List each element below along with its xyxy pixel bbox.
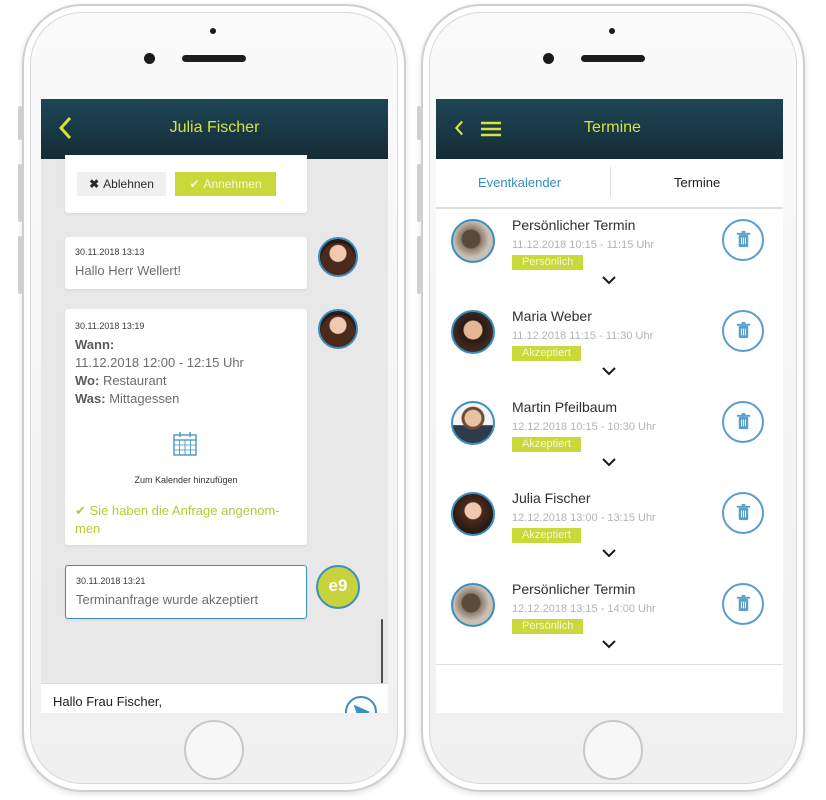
trash-icon <box>736 412 751 430</box>
appointment-time: 12.12.2018 13:00 - 13:15 Uhr <box>512 512 656 524</box>
side-button <box>417 106 421 140</box>
personal-appointment-avatar <box>451 583 495 627</box>
status-badge: Persönlich <box>512 255 584 270</box>
avatar <box>451 401 495 445</box>
earpiece-speaker <box>581 55 645 62</box>
appointment-row[interactable]: Martin Pfeilbaum 12.12.2018 10:15 - 10:3… <box>436 391 783 483</box>
appointment-row[interactable]: Maria Weber 11.12.2018 11:15 - 11:30 Uhr… <box>436 300 783 392</box>
side-button <box>18 164 22 222</box>
accepted-note: ✔ Sie haben die Anfrage angenom-men <box>75 503 280 536</box>
delete-button[interactable] <box>722 492 764 534</box>
when-label: Wann: <box>75 337 115 352</box>
avatar[interactable] <box>318 309 358 349</box>
chevron-down-icon[interactable] <box>602 457 616 467</box>
appointment-time: 12.12.2018 10:15 - 10:30 Uhr <box>512 421 656 433</box>
message-bubble: 30.11.2018 13:21 Terminanfrage wurde akz… <box>65 565 307 619</box>
send-icon <box>353 704 371 713</box>
front-camera <box>543 53 554 64</box>
chat-area: ✖ Ablehnen ✔ Annehmen 30.11.2018 13:13 Hal… <box>41 155 388 713</box>
message-text: Hallo Herr Wellert! <box>75 263 181 278</box>
delete-button[interactable] <box>722 219 764 261</box>
message-timestamp: 30.11.2018 13:13 <box>75 247 145 257</box>
trash-icon <box>736 321 751 339</box>
appointment-list: Persönlicher Termin 11.12.2018 10:15 - 1… <box>436 209 783 713</box>
appointment-request-bubble: 30.11.2018 13:19 Wann: 11.12.2018 12:00 … <box>65 309 307 545</box>
status-badge: Akzeptiert <box>512 346 581 361</box>
chevron-down-icon[interactable] <box>602 548 616 558</box>
avatar <box>451 310 495 354</box>
tab-termine[interactable]: Termine <box>674 175 720 190</box>
appointment-name: Persönlicher Termin <box>512 581 636 597</box>
where-line: Wo: Restaurant <box>75 373 167 388</box>
what-line: Was: Mittagessen <box>75 391 180 406</box>
appointment-name: Persönlicher Termin <box>512 217 636 233</box>
trash-icon <box>736 594 751 612</box>
proximity-sensor <box>609 28 615 34</box>
side-button <box>417 164 421 222</box>
side-button <box>18 106 22 140</box>
side-button <box>417 236 421 294</box>
chevron-down-icon[interactable] <box>602 639 616 649</box>
close-icon: ✖ <box>89 177 100 191</box>
delete-button[interactable] <box>722 401 764 443</box>
home-button[interactable] <box>184 720 244 780</box>
personal-appointment-avatar <box>451 219 495 263</box>
check-icon: ✔ <box>75 503 90 518</box>
status-badge: Akzeptiert <box>512 437 581 452</box>
chevron-down-icon[interactable] <box>602 275 616 285</box>
trash-icon <box>736 230 751 248</box>
tab-bar: Eventkalender Termine <box>436 159 783 209</box>
delete-button[interactable] <box>722 310 764 352</box>
message-text: Terminanfrage wurde akzeptiert <box>76 592 259 607</box>
appointment-row[interactable]: Persönlicher Termin 11.12.2018 10:15 - 1… <box>436 209 783 301</box>
page-title: Julia Fischer <box>169 119 260 136</box>
appointment-row[interactable]: Julia Fischer 12.12.2018 13:00 - 13:15 U… <box>436 482 783 574</box>
check-icon: ✔ <box>189 177 200 191</box>
earpiece-speaker <box>182 55 246 62</box>
message-timestamp: 30.11.2018 13:21 <box>76 576 146 586</box>
avatar[interactable] <box>318 237 358 277</box>
appointments-screen: Termine Eventkalender Termine Persönlich… <box>436 99 783 713</box>
send-button[interactable] <box>345 696 377 713</box>
page-title: Termine <box>584 119 641 136</box>
accept-button[interactable]: ✔ Annehmen <box>175 172 276 196</box>
add-to-calendar-link[interactable]: Zum Kalender hinzufügen <box>65 475 307 485</box>
trash-icon <box>736 503 751 521</box>
company-avatar[interactable]: e9 <box>316 565 360 609</box>
appointment-row[interactable]: Persönlicher Termin 12.12.2018 13:15 - 1… <box>436 573 783 665</box>
status-badge: Persönlich <box>512 619 584 634</box>
message-timestamp: 30.11.2018 13:19 <box>75 321 145 331</box>
app-header: Termine <box>436 99 783 159</box>
tab-divider <box>610 167 611 197</box>
avatar <box>451 492 495 536</box>
calendar-icon[interactable] <box>172 431 198 457</box>
app-header: Julia Fischer <box>41 99 388 159</box>
appointment-time: 11.12.2018 11:15 - 11:30 Uhr <box>512 330 654 342</box>
front-camera <box>144 53 155 64</box>
decline-button[interactable]: ✖ Ablehnen <box>77 172 166 196</box>
phone-right: Termine Eventkalender Termine Persönlich… <box>417 4 805 792</box>
appointment-name: Maria Weber <box>512 308 592 324</box>
message-bubble: 30.11.2018 13:13 Hallo Herr Wellert! <box>65 237 307 289</box>
invite-card: ✖ Ablehnen ✔ Annehmen <box>65 155 307 213</box>
chat-screen: Julia Fischer ✖ Ablehnen ✔ Annehmen 30.11.… <box>41 99 388 713</box>
when-value: 11.12.2018 12:00 - 12:15 Uhr <box>75 355 244 370</box>
tab-eventkalender[interactable]: Eventkalender <box>478 175 561 190</box>
appointment-name: Martin Pfeilbaum <box>512 399 618 415</box>
home-button[interactable] <box>583 720 643 780</box>
status-badge: Akzeptiert <box>512 528 581 543</box>
message-input-bar: Hallo Frau Fischer, <box>41 683 388 713</box>
message-input[interactable]: Hallo Frau Fischer, <box>53 694 162 709</box>
chevron-down-icon[interactable] <box>602 366 616 376</box>
phone-left: Julia Fischer ✖ Ablehnen ✔ Annehmen 30.11.… <box>18 4 406 792</box>
appointment-name: Julia Fischer <box>512 490 591 506</box>
side-button <box>18 236 22 294</box>
delete-button[interactable] <box>722 583 764 625</box>
appointment-time: 12.12.2018 13:15 - 14:00 Uhr <box>512 603 656 615</box>
proximity-sensor <box>210 28 216 34</box>
appointment-time: 11.12.2018 10:15 - 11:15 Uhr <box>512 239 655 251</box>
